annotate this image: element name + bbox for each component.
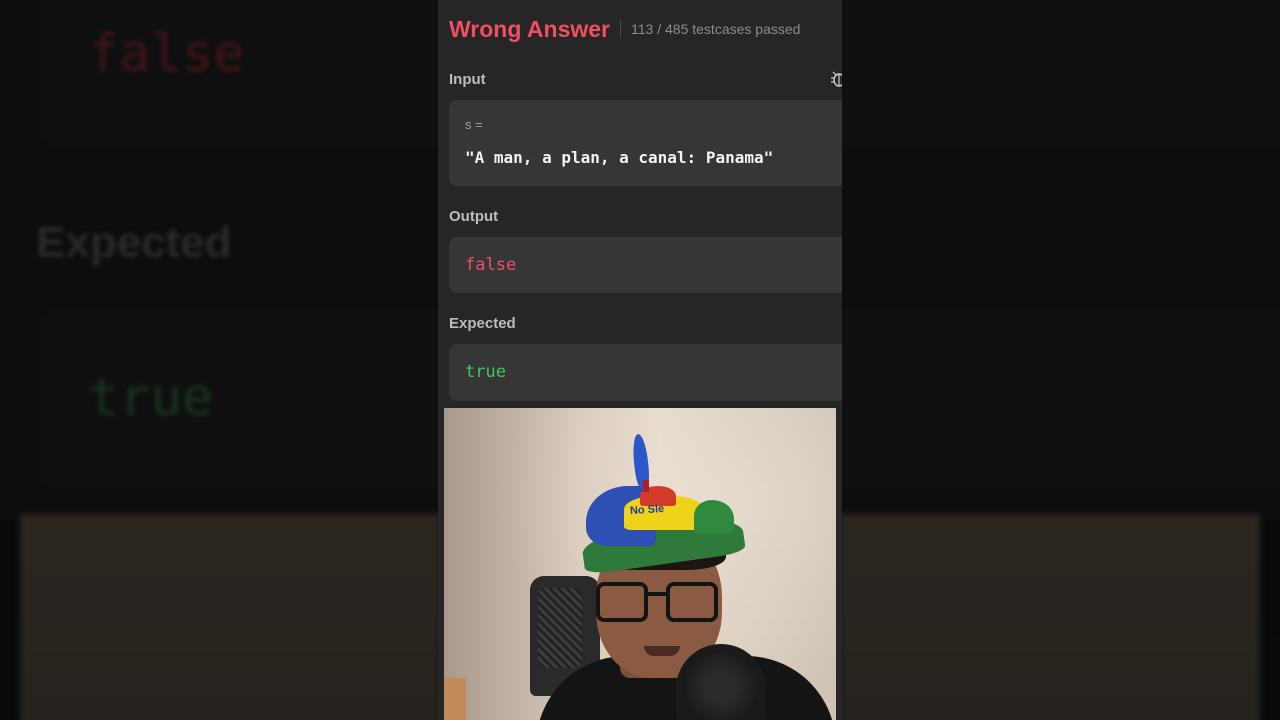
header-divider — [620, 20, 622, 38]
input-value: "A man, a plan, a canal: Panama" — [465, 148, 774, 167]
webcam-mouth — [644, 646, 680, 656]
cap-green-panel — [694, 500, 734, 534]
webcam-lamp — [444, 678, 466, 720]
expected-value: true — [465, 362, 506, 382]
cap-text: No Sle — [629, 502, 665, 518]
testcases-count: 113 / 485 testcases passed — [631, 21, 801, 37]
output-label: Output — [449, 208, 499, 225]
input-label: Input — [449, 71, 486, 88]
debug-icon[interactable] — [830, 70, 842, 88]
expected-card: true — [449, 344, 842, 401]
microphone-grill — [684, 652, 758, 720]
output-value: false — [465, 255, 517, 275]
glasses-bridge — [644, 592, 666, 596]
expected-label: Expected — [449, 315, 516, 332]
glasses-left-lens — [596, 582, 648, 622]
result-header: Wrong Answer 113 / 485 testcases passed — [449, 14, 800, 44]
output-card: false — [449, 237, 842, 293]
webcam-video: No Sle — [444, 408, 836, 720]
webcam-chair-mesh — [538, 588, 582, 668]
result-status: Wrong Answer — [449, 15, 611, 42]
propeller-stem — [643, 480, 649, 492]
input-variable-name: s = — [465, 117, 483, 132]
input-card: s = "A man, a plan, a canal: Panama" — [449, 100, 842, 186]
glasses-right-lens — [666, 582, 718, 622]
